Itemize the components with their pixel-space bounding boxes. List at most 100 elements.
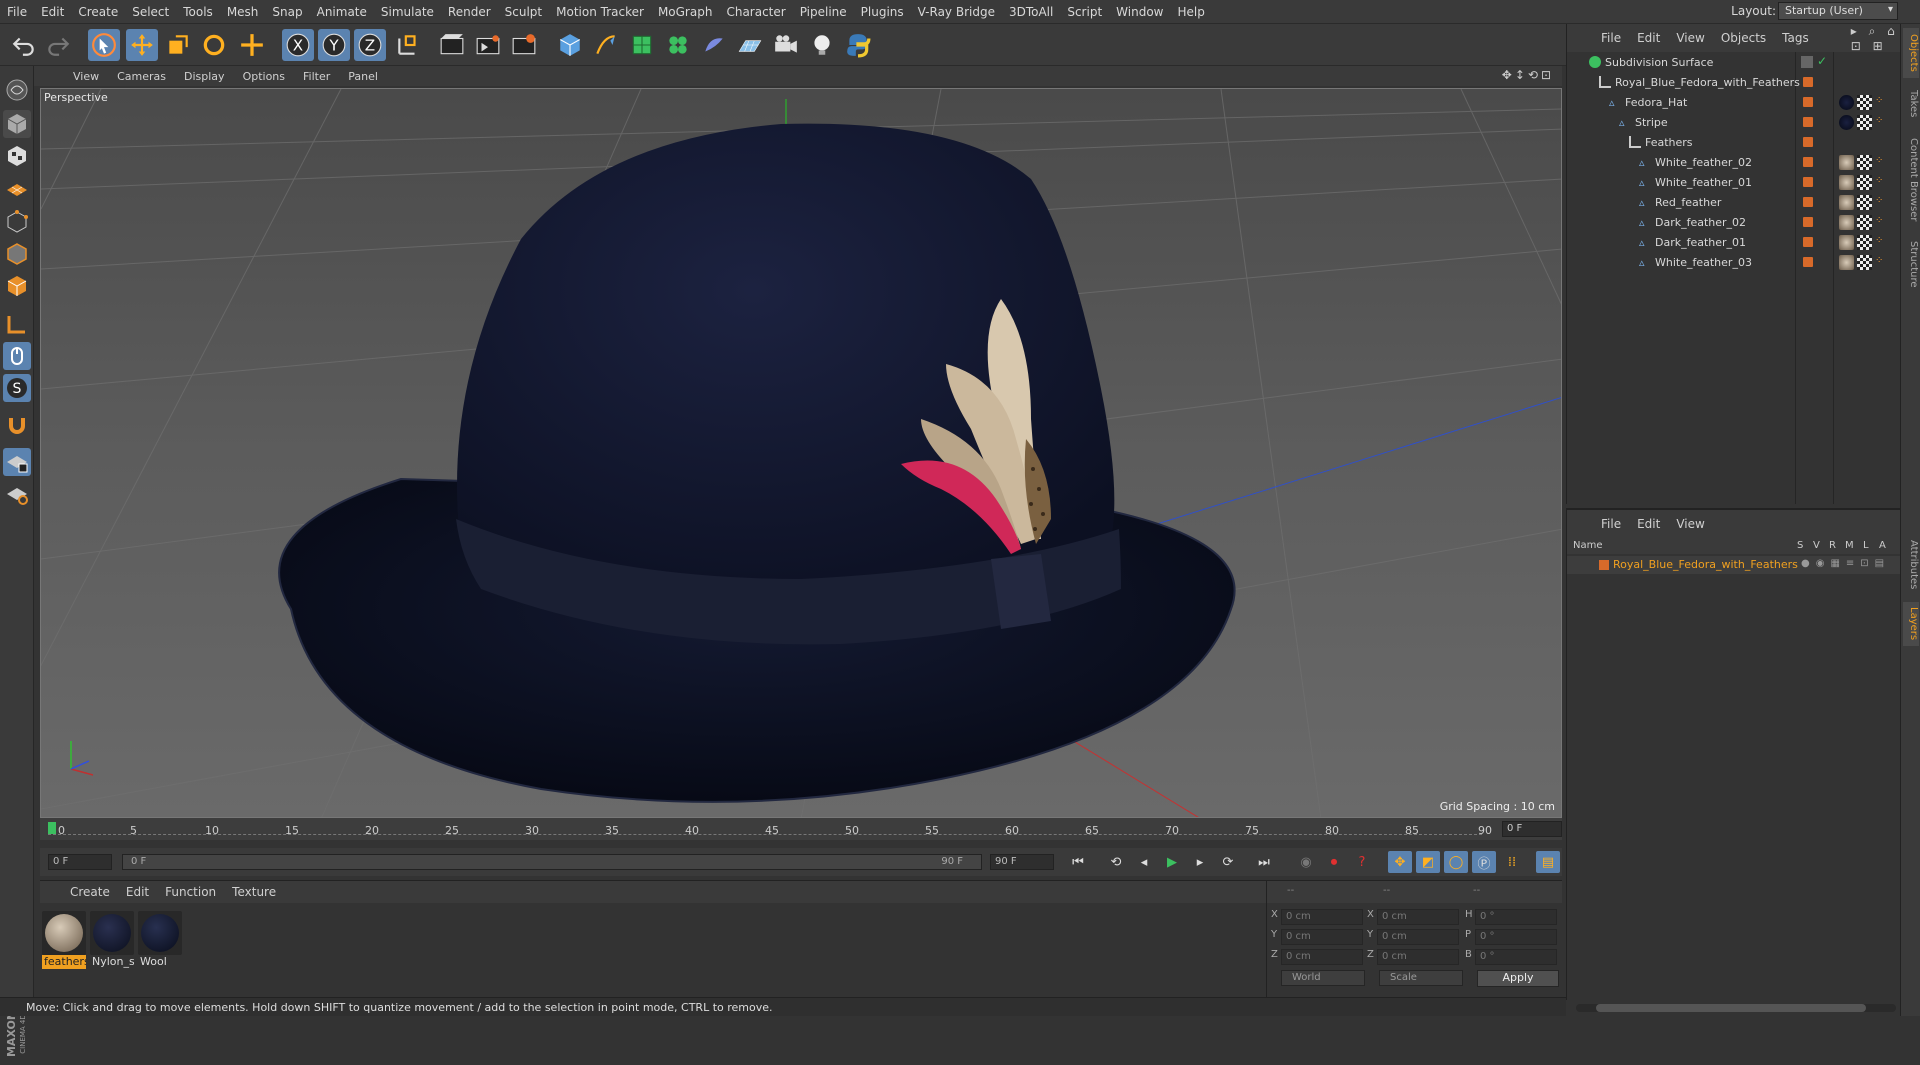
uvw-tag-icon[interactable] bbox=[1857, 175, 1872, 190]
menu-edit[interactable]: Edit bbox=[34, 5, 71, 19]
edges-mode-icon[interactable] bbox=[3, 240, 31, 268]
record-keys-icon[interactable]: ◉ bbox=[1294, 851, 1318, 873]
axis-mode-icon[interactable] bbox=[3, 310, 31, 338]
pen-spline-icon[interactable] bbox=[590, 29, 622, 61]
play-icon[interactable]: ▶ bbox=[1160, 851, 1184, 873]
objects-menu-file[interactable]: File bbox=[1593, 31, 1629, 45]
layer-flag-icons[interactable]: ●◉▦≡⊡▤ bbox=[1801, 558, 1890, 569]
z-axis-lock-icon[interactable]: Z bbox=[354, 29, 386, 61]
start-frame-field[interactable]: 0 F bbox=[48, 854, 112, 870]
objects-menu-edit[interactable]: Edit bbox=[1629, 31, 1668, 45]
tab-structure[interactable]: Structure bbox=[1903, 236, 1919, 292]
timeline-window-icon[interactable]: ▤ bbox=[1536, 851, 1560, 873]
menu-plugins[interactable]: Plugins bbox=[854, 5, 911, 19]
texture-tag-icon[interactable]: ⁘ bbox=[1875, 255, 1890, 270]
floor-object-icon[interactable] bbox=[734, 29, 766, 61]
texture-tag-icon[interactable]: ⁘ bbox=[1875, 115, 1890, 130]
uvw-tag-icon[interactable] bbox=[1857, 155, 1872, 170]
layer-color-dot[interactable] bbox=[1803, 177, 1813, 187]
make-editable-icon[interactable] bbox=[3, 76, 31, 104]
material-menu-texture[interactable]: Texture bbox=[224, 885, 284, 899]
menu-window[interactable]: Window bbox=[1109, 5, 1170, 19]
menu-mesh[interactable]: Mesh bbox=[220, 5, 266, 19]
end-frame-field[interactable]: 90 F bbox=[990, 854, 1054, 870]
scrollbar-thumb[interactable] bbox=[1596, 1004, 1866, 1012]
tweak-mode-icon[interactable] bbox=[3, 342, 31, 370]
timeline-ruler[interactable]: 0 5 10 15 20 25 30 35 40 45 50 55 60 65 … bbox=[40, 818, 1562, 840]
render-picture-viewer-icon[interactable] bbox=[472, 29, 504, 61]
menu-simulate[interactable]: Simulate bbox=[374, 5, 441, 19]
material-tag-icon[interactable] bbox=[1839, 115, 1854, 130]
rotation-p-field[interactable]: 0 ° bbox=[1475, 929, 1557, 945]
live-selection-icon[interactable] bbox=[88, 29, 120, 61]
workplane-mode-icon[interactable] bbox=[3, 174, 31, 202]
apply-button[interactable]: Apply bbox=[1477, 970, 1559, 987]
menu-animate[interactable]: Animate bbox=[310, 5, 374, 19]
scale-tool-icon[interactable] bbox=[162, 29, 194, 61]
material-tag-icon[interactable] bbox=[1839, 255, 1854, 270]
menu-create[interactable]: Create bbox=[71, 5, 125, 19]
planar-workplane-icon[interactable] bbox=[3, 480, 31, 508]
menu-help[interactable]: Help bbox=[1170, 5, 1211, 19]
object-manager-tools-icons[interactable]: ▸ ⌕ ⌂ ⊡ ⊞ bbox=[1851, 24, 1900, 53]
subdivision-generator-icon[interactable] bbox=[626, 29, 658, 61]
tab-takes[interactable]: Takes bbox=[1903, 84, 1919, 124]
menu-mograph[interactable]: MoGraph bbox=[651, 5, 720, 19]
size-z-field[interactable]: 0 cm bbox=[1377, 949, 1459, 965]
objects-menu-tags[interactable]: Tags bbox=[1774, 31, 1817, 45]
material-swatch[interactable]: feathers bbox=[42, 911, 86, 969]
viewport-menu-cameras[interactable]: Cameras bbox=[108, 70, 175, 83]
tab-attributes[interactable]: Attributes bbox=[1903, 534, 1919, 596]
layer-color-dot[interactable] bbox=[1803, 217, 1813, 227]
layers-menu-edit[interactable]: Edit bbox=[1629, 517, 1668, 531]
material-swatch[interactable]: Wool bbox=[138, 911, 182, 969]
cube-primitive-icon[interactable] bbox=[554, 29, 586, 61]
key-pla-icon[interactable]: ⁞⁞ bbox=[1500, 851, 1524, 873]
layer-color-dot[interactable] bbox=[1803, 117, 1813, 127]
redo-icon[interactable] bbox=[42, 29, 74, 61]
uvw-tag-icon[interactable] bbox=[1857, 115, 1872, 130]
material-tag-icon[interactable] bbox=[1839, 95, 1854, 110]
menu-sculpt[interactable]: Sculpt bbox=[498, 5, 549, 19]
layer-color-dot[interactable] bbox=[1803, 137, 1813, 147]
material-swatch[interactable]: Nylon_s bbox=[90, 911, 134, 969]
layer-color-dot[interactable] bbox=[1803, 237, 1813, 247]
layer-row[interactable]: Royal_Blue_Fedora_with_Feathers ●◉▦≡⊡▤ bbox=[1567, 556, 1901, 574]
object-row[interactable]: ▵ Red_feather ⁘ bbox=[1567, 193, 1901, 213]
material-tag-icon[interactable] bbox=[1839, 175, 1854, 190]
object-row[interactable]: ▵ White_feather_01 ⁘ bbox=[1567, 173, 1901, 193]
menu-render[interactable]: Render bbox=[441, 5, 498, 19]
current-frame-field[interactable]: 0 F bbox=[1502, 821, 1562, 837]
viewport-menu-panel[interactable]: Panel bbox=[339, 70, 387, 83]
light-icon[interactable] bbox=[806, 29, 838, 61]
y-axis-lock-icon[interactable]: Y bbox=[318, 29, 350, 61]
object-row[interactable]: ▵ Dark_feather_02 ⁘ bbox=[1567, 213, 1901, 233]
texture-tag-icon[interactable]: ⁘ bbox=[1875, 175, 1890, 190]
magnet-icon[interactable] bbox=[3, 412, 31, 440]
camera-icon[interactable] bbox=[770, 29, 802, 61]
undo-icon[interactable] bbox=[8, 29, 40, 61]
objects-menu-view[interactable]: View bbox=[1668, 31, 1712, 45]
viewport-menu-display[interactable]: Display bbox=[175, 70, 234, 83]
snap-icon[interactable]: S bbox=[3, 374, 31, 402]
position-y-field[interactable]: 0 cm bbox=[1281, 929, 1363, 945]
viewport-menu-view[interactable]: View bbox=[64, 70, 108, 83]
menu-file[interactable]: File bbox=[0, 5, 34, 19]
key-parameter-icon[interactable]: Ⓟ bbox=[1472, 851, 1496, 873]
layers-menu-view[interactable]: View bbox=[1668, 517, 1712, 531]
menu-snap[interactable]: Snap bbox=[265, 5, 309, 19]
go-to-end-icon[interactable]: ⏭ bbox=[1252, 851, 1276, 873]
viewport-menu-options[interactable]: Options bbox=[234, 70, 294, 83]
coordinate-system-icon[interactable] bbox=[392, 29, 424, 61]
material-tag-icon[interactable] bbox=[1839, 215, 1854, 230]
autokey-icon[interactable]: ⏺ bbox=[1322, 851, 1346, 873]
uvw-tag-icon[interactable] bbox=[1857, 215, 1872, 230]
tab-objects[interactable]: Objects bbox=[1903, 28, 1919, 78]
object-row[interactable]: Feathers bbox=[1567, 133, 1901, 153]
frame-range-slider[interactable]: 0 F 90 F bbox=[122, 854, 982, 870]
menu-select[interactable]: Select bbox=[125, 5, 176, 19]
coordinate-space-dropdown[interactable]: World bbox=[1281, 970, 1365, 986]
menu-character[interactable]: Character bbox=[719, 5, 792, 19]
object-row[interactable]: ▵ White_feather_03 ⁘ bbox=[1567, 253, 1901, 273]
layer-color-dot[interactable] bbox=[1803, 157, 1813, 167]
